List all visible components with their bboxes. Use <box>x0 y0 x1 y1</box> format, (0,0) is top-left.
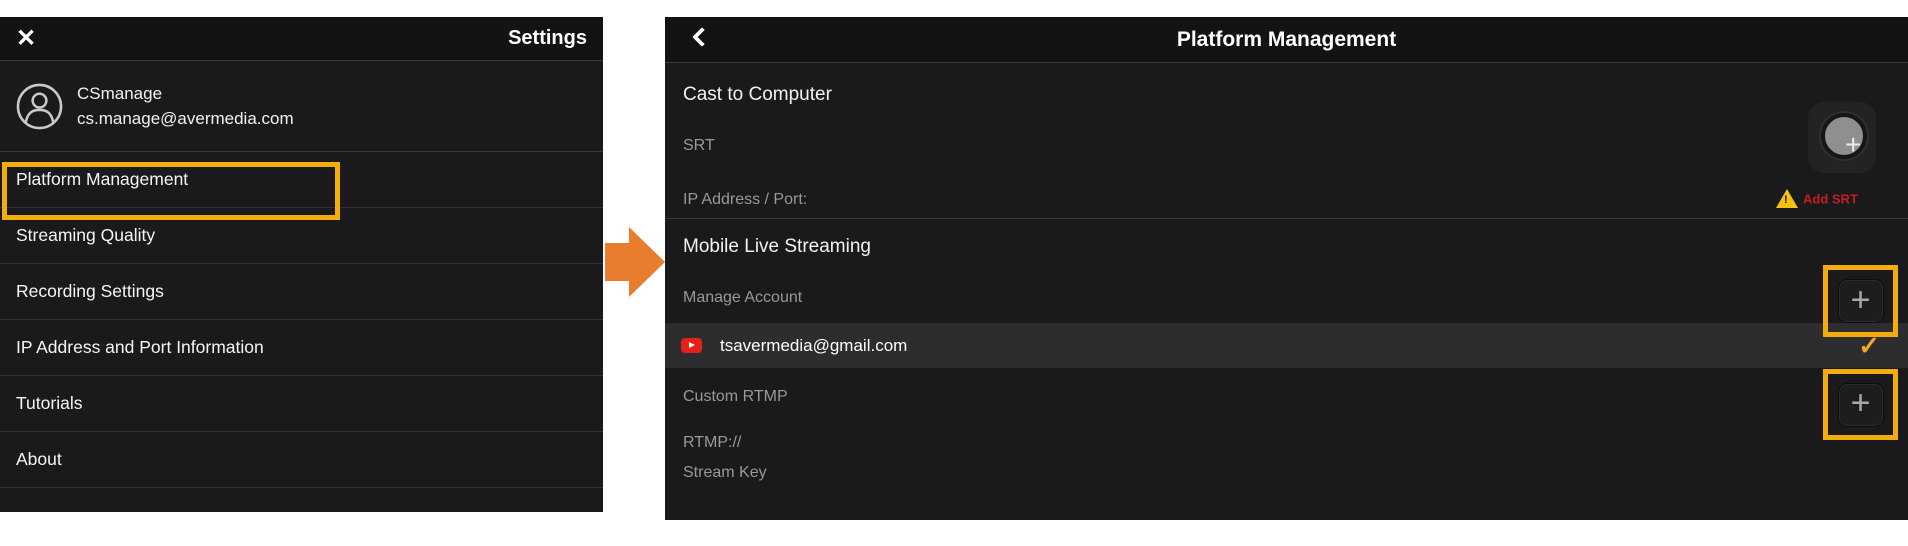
settings-header: ✕ Settings <box>0 17 603 61</box>
cast-to-computer-label: Cast to Computer <box>683 84 832 106</box>
warning-exclamation: ! <box>1784 194 1788 206</box>
stream-key-label[interactable]: Stream Key <box>683 464 767 482</box>
menu-item-label: Platform Management <box>16 169 188 190</box>
highlight-box-add-account: + <box>1823 265 1898 337</box>
youtube-play-icon <box>689 342 695 348</box>
cast-device-button[interactable]: + <box>1808 102 1876 173</box>
youtube-icon <box>681 338 702 353</box>
arrow-right-icon <box>605 243 630 281</box>
menu-item-label: Streaming Quality <box>16 225 155 246</box>
profile-row[interactable]: CSmanage cs.manage@avermedia.com <box>0 61 603 152</box>
plus-icon: + <box>1851 386 1871 420</box>
sidebar-item-about[interactable]: About <box>0 432 603 488</box>
add-custom-rtmp-button[interactable]: + <box>1838 383 1884 427</box>
back-chevron-icon[interactable] <box>692 27 712 47</box>
mobile-live-streaming-label: Mobile Live Streaming <box>683 236 871 258</box>
add-account-button[interactable]: + <box>1838 279 1884 323</box>
menu-item-label: Tutorials <box>16 393 82 414</box>
settings-title: Settings <box>508 27 587 50</box>
platform-title: Platform Management <box>1177 28 1396 52</box>
highlight-box-add-custom-rtmp: + <box>1823 369 1898 440</box>
arrow-right-head-icon <box>629 227 665 297</box>
manage-account-label: Manage Account <box>683 289 802 307</box>
menu-item-label: Recording Settings <box>16 281 164 302</box>
section-divider <box>665 218 1908 219</box>
profile-name: CSmanage <box>77 84 294 104</box>
custom-rtmp-label: Custom RTMP <box>683 388 788 406</box>
close-icon[interactable]: ✕ <box>16 27 36 51</box>
profile-text: CSmanage cs.manage@avermedia.com <box>77 84 294 129</box>
platform-management-panel: Platform Management Cast to Computer SRT… <box>665 17 1908 520</box>
platform-header: Platform Management <box>665 17 1908 63</box>
add-srt-label[interactable]: Add SRT <box>1803 192 1858 207</box>
settings-menu: Platform Management Streaming Quality Re… <box>0 152 603 488</box>
sidebar-item-platform-management[interactable]: Platform Management <box>0 152 603 208</box>
sidebar-item-ip-address-port-information[interactable]: IP Address and Port Information <box>0 320 603 376</box>
rtmp-url-label[interactable]: RTMP:// <box>683 434 741 452</box>
menu-item-label: About <box>16 449 62 470</box>
settings-panel: ✕ Settings CSmanage cs.manage@avermedia.… <box>0 17 603 512</box>
avatar-icon <box>16 83 63 130</box>
sidebar-item-streaming-quality[interactable]: Streaming Quality <box>0 208 603 264</box>
ip-address-port-label[interactable]: IP Address / Port: <box>683 191 807 209</box>
screenshot-canvas: ✕ Settings CSmanage cs.manage@avermedia.… <box>0 0 1908 546</box>
sidebar-item-recording-settings[interactable]: Recording Settings <box>0 264 603 320</box>
srt-label[interactable]: SRT <box>683 137 715 155</box>
menu-item-label: IP Address and Port Information <box>16 337 264 358</box>
sidebar-item-tutorials[interactable]: Tutorials <box>0 376 603 432</box>
plus-icon: + <box>1851 283 1871 317</box>
youtube-account-row[interactable]: tsavermedia@gmail.com ✓ <box>665 323 1908 368</box>
cast-device-plus-icon: + <box>1845 131 1861 159</box>
account-email: tsavermedia@gmail.com <box>720 336 907 356</box>
profile-email: cs.manage@avermedia.com <box>77 109 294 129</box>
